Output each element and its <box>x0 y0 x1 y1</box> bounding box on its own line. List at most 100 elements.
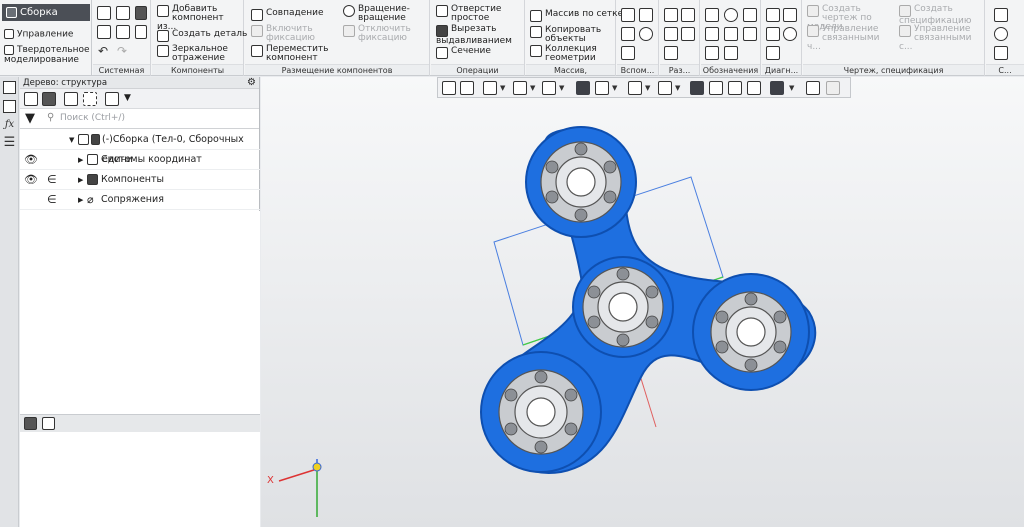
print-icon[interactable] <box>97 25 111 39</box>
auto-dim-icon[interactable] <box>664 46 678 60</box>
roughness-icon[interactable] <box>705 8 719 22</box>
measure-icon[interactable] <box>766 8 780 22</box>
leader-icon[interactable] <box>705 27 719 41</box>
tree-panel-icon[interactable] <box>3 81 16 94</box>
create-part-button[interactable]: Создать деталь <box>157 30 247 42</box>
disable-fix-button[interactable]: Отключить фиксацию <box>343 25 423 43</box>
linear-dim-icon[interactable] <box>664 8 678 22</box>
geometry-collection-button[interactable]: Коллекция геометрии <box>530 45 616 63</box>
ribbon-group-operations: Отверстие простое Вырезать выдавливанием… <box>431 0 525 76</box>
text-icon[interactable] <box>705 46 719 60</box>
other-tool-3-icon[interactable] <box>994 46 1008 60</box>
tree-tab-structure-icon[interactable] <box>24 417 37 430</box>
expand-arrow-icon[interactable]: ▼ <box>69 130 74 150</box>
add-component-button[interactable]: Добавить компонент из... <box>157 5 243 32</box>
include-icon[interactable]: ∈ <box>47 190 57 210</box>
coincidence-icon <box>251 9 263 21</box>
diag-icon[interactable] <box>766 46 780 60</box>
diameter-dim-icon[interactable] <box>681 27 695 41</box>
coordinate-system-icon <box>87 154 98 165</box>
tree-view-icon[interactable] <box>64 92 78 106</box>
undo-icon[interactable]: ↶ <box>98 44 108 58</box>
menu-icon[interactable]: ☰ <box>3 136 16 149</box>
group-label: Компоненты <box>152 64 243 75</box>
aux-axis-icon[interactable] <box>639 8 653 22</box>
filter-icon[interactable]: ▼ <box>25 111 35 126</box>
tree-row-components[interactable]: 👁 ∈ ▶ Компоненты <box>20 170 260 190</box>
chevron-down-icon[interactable]: ▼ <box>124 93 131 103</box>
table-icon[interactable] <box>724 46 738 60</box>
simple-hole-button[interactable]: Отверстие простое <box>436 5 524 23</box>
tree-row-assembly[interactable]: ▼ (-)Сборка (Тел-0, Сборочных едини <box>20 130 260 165</box>
save-icon[interactable] <box>135 6 147 20</box>
tree-search-bar[interactable]: ▼ ⚲ Поиск (Ctrl+/) <box>20 109 259 129</box>
properties-icon[interactable] <box>135 25 147 39</box>
eye-icon[interactable]: 👁 <box>24 170 38 190</box>
redo-icon[interactable]: ↷ <box>117 44 127 58</box>
unfix-icon <box>343 25 355 37</box>
preview-icon[interactable] <box>116 25 130 39</box>
tree-structure-icon[interactable] <box>24 92 38 106</box>
search-icon: ⚲ <box>47 112 55 123</box>
properties-area <box>20 432 260 527</box>
other-tool-2-icon[interactable] <box>994 27 1008 41</box>
fx-icon[interactable]: ƒx <box>3 118 16 131</box>
extrude-cut-button[interactable]: Вырезать выдавливанием <box>436 25 524 46</box>
aux-plane-icon[interactable] <box>621 8 635 22</box>
grid-array-button[interactable]: Массив по сетке <box>530 10 623 22</box>
section-button[interactable]: Сечение <box>436 47 491 59</box>
open-folder-icon[interactable] <box>116 6 130 20</box>
ribbon-group-array: Массив по сетке Копировать объекты Колле… <box>526 0 623 86</box>
expand-arrow-icon[interactable]: ▶ <box>78 190 83 210</box>
aux-coord-icon[interactable] <box>639 27 653 41</box>
expand-arrow-icon[interactable]: ▶ <box>78 170 83 190</box>
copy-objects-button[interactable]: Копировать объекты <box>530 26 616 44</box>
tree-row-label: Компоненты <box>101 174 165 185</box>
weld-icon[interactable] <box>743 27 757 41</box>
move-component-button[interactable]: Переместить компонент <box>251 45 331 63</box>
mode-item-management[interactable]: Управление <box>4 29 73 40</box>
geometry-collection-label: Коллекция геометрии <box>545 44 597 63</box>
mass-icon[interactable] <box>783 8 797 22</box>
aux-line-icon[interactable] <box>621 46 635 60</box>
rotate-rotate-button[interactable]: Вращение-вращение <box>343 5 423 23</box>
check-icon[interactable] <box>766 27 780 41</box>
disable-fix-label: Отключить фиксацию <box>358 24 411 43</box>
tree-select-icon[interactable] <box>83 92 97 106</box>
expand-arrow-icon[interactable]: ▶ <box>78 150 83 170</box>
tree-tab-properties-icon[interactable] <box>42 417 55 430</box>
tolerance-icon[interactable] <box>743 8 757 22</box>
model-viewport[interactable]: ▼ ▼ ▼ ▼ ▼ ▼ ▼ X <box>261 77 1024 527</box>
move-component-label: Переместить компонент <box>266 44 329 63</box>
extrude-cut-icon <box>436 25 448 37</box>
manage-linked-drawings-button[interactable]: Управление связанными ч... <box>807 25 895 52</box>
aux-point-icon[interactable] <box>621 27 635 41</box>
variables-panel-icon[interactable] <box>3 100 16 113</box>
include-icon[interactable]: ∈ <box>47 170 57 190</box>
tree-structure-active-icon[interactable] <box>42 92 56 106</box>
tree-row-coordinate-systems[interactable]: 👁 ▶ Системы координат <box>20 150 260 170</box>
section-label: Сечение <box>451 46 491 56</box>
gear-icon[interactable]: ⚙ <box>247 77 256 89</box>
tree-empty-area <box>20 211 260 414</box>
enable-fix-button[interactable]: Включить фиксацию <box>251 25 331 43</box>
ribbon-group-drawing: Создать чертеж по модели Создать специфи… <box>803 0 985 76</box>
tree-panel: Дерево: структура ⚙ ▼ ▼ ⚲ Поиск (Ctrl+/)… <box>20 77 260 527</box>
manage-linked-spec-button[interactable]: Управление связанными с... <box>899 25 985 52</box>
mark-icon[interactable] <box>724 27 738 41</box>
tree-row-mates[interactable]: ∈ ▶ ⌀ Сопряжения <box>20 190 260 210</box>
mode-item-solid-modeling[interactable]: Твердотельное моделирование <box>4 45 92 65</box>
new-document-icon[interactable] <box>97 6 111 20</box>
eye-icon[interactable]: 👁 <box>24 150 38 170</box>
group-label: Чертеж, спецификация <box>803 64 984 75</box>
other-tool-1-icon[interactable] <box>994 8 1008 22</box>
mode-selector-button[interactable]: Сборка <box>2 4 90 21</box>
base-icon[interactable] <box>724 8 738 22</box>
angle-dim-icon[interactable] <box>681 8 695 22</box>
radius-dim-icon[interactable] <box>664 27 678 41</box>
search-input[interactable]: Поиск (Ctrl+/) <box>60 113 125 123</box>
collision-icon[interactable] <box>783 27 797 41</box>
coincidence-button[interactable]: Совпадение <box>251 9 324 21</box>
tree-filter-list-icon[interactable] <box>105 92 119 106</box>
create-spec-button[interactable]: Создать спецификацию <box>899 5 985 26</box>
